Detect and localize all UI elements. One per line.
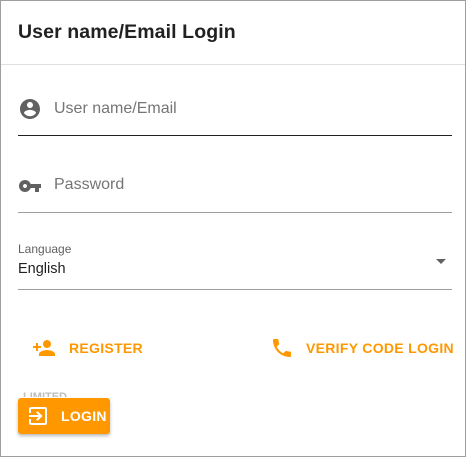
password-field[interactable]: Password bbox=[18, 167, 452, 213]
password-placeholder: Password bbox=[54, 176, 125, 193]
login-dialog: User name/Email Login User name/Email Pa… bbox=[0, 0, 466, 457]
language-underline bbox=[18, 289, 452, 290]
language-select[interactable]: Language English bbox=[18, 242, 452, 290]
register-button[interactable]: REGISTER bbox=[31, 330, 143, 366]
verify-code-login-label: VERIFY CODE LOGIN bbox=[306, 340, 454, 356]
login-icon bbox=[29, 407, 47, 425]
phone-icon bbox=[273, 339, 291, 357]
register-label: REGISTER bbox=[69, 340, 143, 356]
key-icon bbox=[18, 174, 42, 198]
language-value: English bbox=[18, 261, 66, 277]
dialog-title: User name/Email Login bbox=[18, 21, 236, 43]
account-circle-icon bbox=[18, 97, 42, 121]
faint-text: LIMITED bbox=[23, 391, 67, 397]
login-button[interactable]: LOGIN bbox=[18, 398, 110, 434]
password-underline bbox=[18, 212, 452, 213]
login-label: LOGIN bbox=[61, 408, 107, 424]
username-underline bbox=[18, 135, 452, 136]
person-add-icon bbox=[33, 340, 55, 356]
dropdown-arrow-icon bbox=[436, 259, 446, 264]
username-field[interactable]: User name/Email bbox=[18, 91, 452, 137]
username-placeholder: User name/Email bbox=[54, 100, 177, 117]
title-divider bbox=[1, 64, 465, 65]
verify-code-login-button[interactable]: VERIFY CODE LOGIN bbox=[270, 330, 454, 366]
language-label: Language bbox=[18, 242, 72, 256]
